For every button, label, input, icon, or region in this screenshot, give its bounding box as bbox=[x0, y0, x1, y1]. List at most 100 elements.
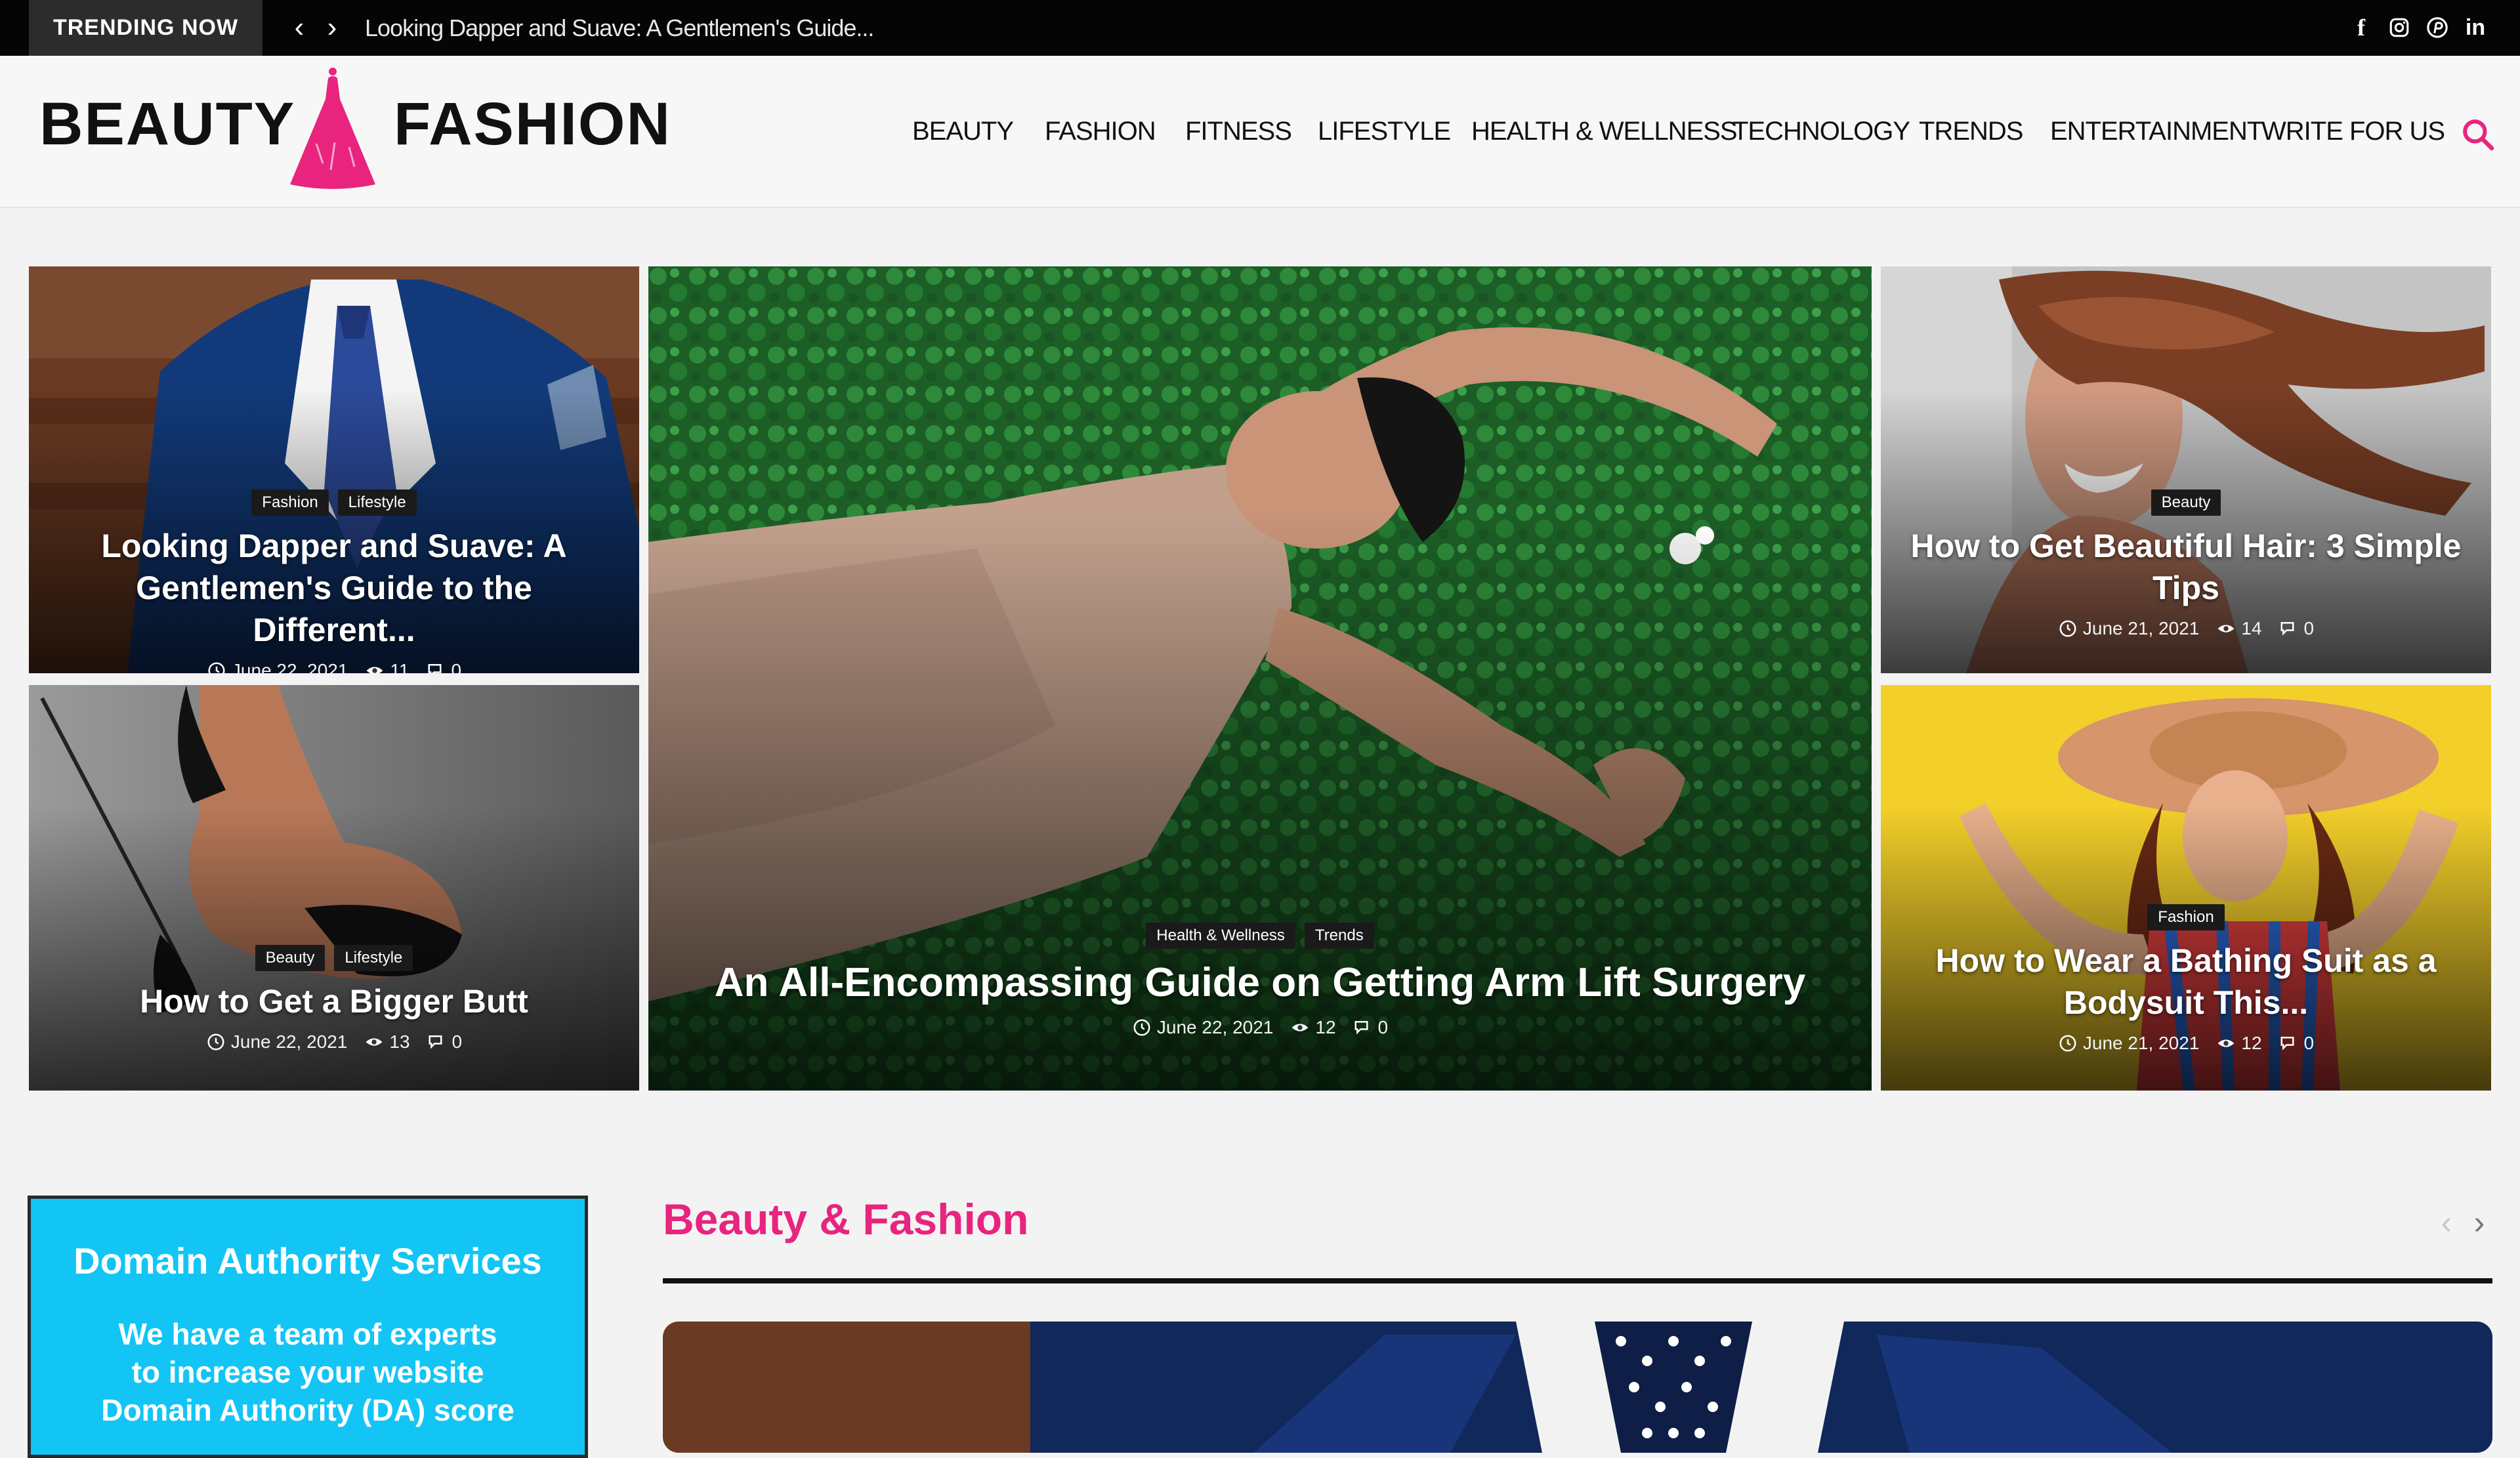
card-meta: Beauty Lifestyle How to Get a Bigger But… bbox=[29, 945, 639, 1052]
tag-fashion[interactable]: Fashion bbox=[251, 489, 329, 516]
section-preview-card[interactable] bbox=[663, 1322, 2492, 1453]
views-text: 11 bbox=[390, 660, 410, 673]
views-text: 12 bbox=[1315, 1017, 1336, 1037]
section-title-beauty-fashion[interactable]: Beauty & Fashion bbox=[663, 1194, 1028, 1244]
tag-beauty[interactable]: Beauty bbox=[255, 945, 326, 971]
card-meta: Fashion How to Wear a Bathing Suit as a … bbox=[1881, 904, 2491, 1054]
suit-preview-photo bbox=[663, 1322, 2492, 1453]
trending-bar: TRENDING NOW ‹ › Looking Dapper and Suav… bbox=[0, 0, 2520, 56]
view-count: 14 bbox=[2216, 618, 2262, 639]
ad-title: Domain Authority Services bbox=[74, 1240, 542, 1281]
comment-icon bbox=[2280, 622, 2294, 636]
comment-count[interactable]: 0 bbox=[2279, 1033, 2315, 1054]
nav-write-for-us[interactable]: WRITE FOR US bbox=[2261, 56, 2445, 207]
trending-next-button[interactable]: › bbox=[319, 9, 345, 46]
post-date: June 21, 2021 bbox=[2058, 1033, 2199, 1054]
linkedin-link[interactable]: in bbox=[2462, 9, 2488, 46]
ad-line: to increase your website bbox=[131, 1355, 484, 1389]
hero-card-beautiful-hair[interactable]: Beauty How to Get Beautiful Hair: 3 Simp… bbox=[1881, 266, 2491, 673]
nav-fitness[interactable]: FITNESS bbox=[1185, 56, 1292, 207]
chevron-right-icon: › bbox=[327, 11, 337, 43]
tag-beauty[interactable]: Beauty bbox=[2151, 489, 2221, 516]
views-text: 13 bbox=[389, 1031, 410, 1052]
nav-fashion[interactable]: FASHION bbox=[1045, 56, 1156, 207]
comments-text: 0 bbox=[452, 1031, 463, 1052]
nav-health-wellness[interactable]: HEALTH & WELLNESS bbox=[1471, 56, 1738, 207]
views-text: 14 bbox=[2241, 618, 2262, 638]
logo-text-fashion: FASHION bbox=[394, 91, 671, 157]
hero-card-arm-lift[interactable]: Health & Wellness Trends An All-Encompas… bbox=[648, 266, 1872, 1091]
tag-health-wellness[interactable]: Health & Wellness bbox=[1146, 923, 1295, 949]
comments-text: 0 bbox=[451, 660, 462, 673]
hero-card-bigger-butt[interactable]: Beauty Lifestyle How to Get a Bigger But… bbox=[29, 685, 639, 1091]
clock-icon bbox=[1133, 1019, 1150, 1036]
comments-text: 0 bbox=[1377, 1017, 1389, 1037]
eye-icon bbox=[2217, 625, 2235, 633]
clock-icon bbox=[208, 662, 225, 673]
comments-text: 0 bbox=[2303, 618, 2315, 638]
eye-icon bbox=[1292, 1024, 1309, 1031]
instagram-link[interactable] bbox=[2386, 9, 2412, 46]
card-meta: Fashion Lifestyle Looking Dapper and Sua… bbox=[29, 489, 639, 673]
comment-count[interactable]: 0 bbox=[1353, 1017, 1389, 1038]
eye-icon bbox=[2217, 1039, 2235, 1047]
eye-icon bbox=[366, 667, 383, 673]
facebook-icon: f bbox=[2357, 14, 2365, 41]
clock-icon bbox=[2059, 620, 2076, 637]
nav-trends[interactable]: TRENDS bbox=[1919, 56, 2023, 207]
tag-lifestyle[interactable]: Lifestyle bbox=[334, 945, 413, 971]
chevron-right-icon: › bbox=[2473, 1204, 2485, 1241]
nav-entertainment[interactable]: ENTERTAINMENT bbox=[2050, 56, 2263, 207]
comment-icon bbox=[1354, 1021, 1368, 1035]
pinterest-link[interactable] bbox=[2424, 9, 2450, 46]
trending-label: TRENDING NOW bbox=[29, 0, 262, 56]
card-title[interactable]: Looking Dapper and Suave: A Gentlemen's … bbox=[29, 525, 639, 651]
hero-card-gentlemen[interactable]: Fashion Lifestyle Looking Dapper and Sua… bbox=[29, 266, 639, 673]
comment-count[interactable]: 0 bbox=[427, 660, 462, 673]
hero-card-bathing-suit[interactable]: Fashion How to Wear a Bathing Suit as a … bbox=[1881, 685, 2491, 1091]
site-logo[interactable]: BEAUTY FASHION bbox=[39, 62, 671, 194]
tag-lifestyle[interactable]: Lifestyle bbox=[337, 489, 417, 516]
trending-prev-button[interactable]: ‹ bbox=[286, 9, 312, 46]
search-icon bbox=[2463, 119, 2494, 151]
post-date: June 21, 2021 bbox=[2058, 618, 2200, 639]
section-divider bbox=[663, 1278, 2492, 1283]
facebook-link[interactable]: f bbox=[2348, 9, 2374, 46]
search-button[interactable] bbox=[2460, 116, 2496, 153]
comments-text: 0 bbox=[2303, 1033, 2315, 1053]
card-title[interactable]: An All-Encompassing Guide on Getting Arm… bbox=[648, 958, 1872, 1008]
pinterest-icon bbox=[2427, 17, 2448, 38]
nav-lifestyle[interactable]: LIFESTYLE bbox=[1318, 56, 1451, 207]
views-text: 12 bbox=[2241, 1033, 2262, 1053]
comment-icon bbox=[2280, 1037, 2294, 1051]
trending-headline-link[interactable]: Looking Dapper and Suave: A Gentlemen's … bbox=[365, 0, 874, 56]
site-header: BEAUTY FASHION BEAUTY FASHION FITNESS LI… bbox=[0, 56, 2520, 208]
nav-technology[interactable]: TECHNOLOGY bbox=[1732, 56, 1910, 207]
tag-trends[interactable]: Trends bbox=[1304, 923, 1374, 949]
clock-icon bbox=[207, 1033, 224, 1051]
view-count: 13 bbox=[364, 1031, 410, 1052]
clock-icon bbox=[2059, 1035, 2076, 1052]
date-text: June 22, 2021 bbox=[231, 660, 348, 673]
card-title[interactable]: How to Get a Bigger Butt bbox=[29, 980, 639, 1022]
ad-text: We have a team of experts to increase yo… bbox=[31, 1315, 585, 1429]
domain-authority-ad[interactable]: Domain Authority Services We have a team… bbox=[28, 1196, 588, 1458]
section-prev-button[interactable]: ‹ bbox=[2433, 1206, 2460, 1239]
comment-icon bbox=[429, 1035, 442, 1049]
card-title[interactable]: How to Get Beautiful Hair: 3 Simple Tips bbox=[1881, 525, 2491, 609]
date-text: June 21, 2021 bbox=[2082, 618, 2200, 638]
comment-count[interactable]: 0 bbox=[2279, 618, 2315, 639]
date-text: June 22, 2021 bbox=[230, 1031, 348, 1052]
tag-fashion[interactable]: Fashion bbox=[2147, 904, 2225, 930]
nav-beauty[interactable]: BEAUTY bbox=[912, 56, 1014, 207]
ad-line: Domain Authority (DA) score bbox=[101, 1393, 514, 1427]
card-meta: Health & Wellness Trends An All-Encompas… bbox=[648, 923, 1872, 1038]
linkedin-icon: in bbox=[2465, 14, 2486, 40]
comment-count[interactable]: 0 bbox=[427, 1031, 463, 1052]
card-title[interactable]: How to Wear a Bathing Suit as a Bodysuit… bbox=[1881, 940, 2491, 1024]
view-count: 12 bbox=[2216, 1033, 2262, 1054]
post-date: June 22, 2021 bbox=[206, 1031, 348, 1052]
section-next-button[interactable]: › bbox=[2466, 1206, 2492, 1239]
view-count: 12 bbox=[1290, 1017, 1336, 1038]
instagram-icon bbox=[2389, 18, 2409, 37]
